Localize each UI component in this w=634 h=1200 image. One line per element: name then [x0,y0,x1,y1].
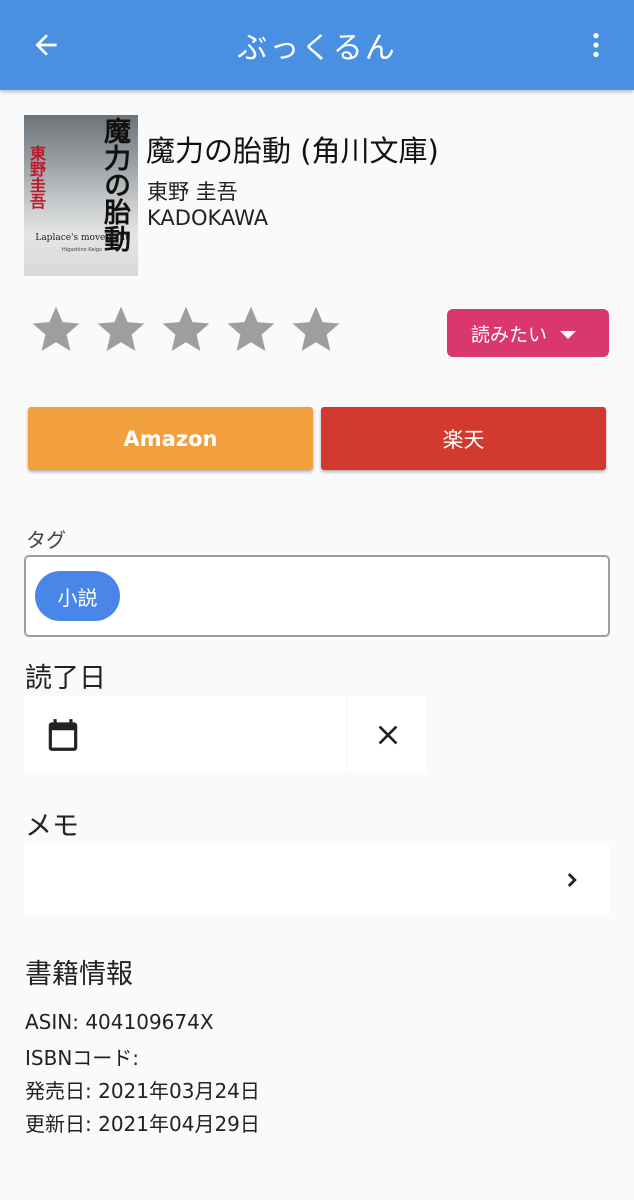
isbn-text: ISBNコード: [25,1046,140,1070]
read-date-field[interactable] [24,696,346,773]
updated-date-text: 更新日: 2021年04月29日 [25,1112,260,1136]
reading-status-dropdown[interactable]: 読みたい [447,309,609,357]
book-title: 魔力の胎動 (角川文庫) [146,134,439,168]
clear-date-button[interactable] [348,696,427,773]
release-date-text: 発売日: 2021年03月24日 [25,1079,260,1103]
memo-field[interactable] [24,844,609,915]
memo-heading: メモ [25,811,79,842]
chevron-right-icon [567,873,577,887]
star-icon[interactable] [93,302,149,358]
cover-small-text: Higashino Keigo [61,247,103,253]
book-info-heading: 書籍情報 [25,959,133,990]
cover-subtitle-text: Laplace's movement [35,233,129,243]
app-title: ぶっくるん [237,31,397,66]
tag-chip[interactable]: 小説 [35,571,120,621]
cover-title-text: 魔力の胎動 [99,117,130,252]
tag-input[interactable]: 小説 [24,555,610,637]
asin-text: ASIN: 404109674X [25,1010,214,1034]
more-vert-icon [593,33,599,57]
rakuten-button[interactable]: 楽天 [321,407,606,470]
close-icon [378,725,397,744]
amazon-button[interactable]: Amazon [28,407,313,470]
read-date-heading: 読了日 [25,663,106,694]
book-publisher: KADOKAWA [147,206,269,230]
reading-status-label: 読みたい [471,323,548,346]
rating-stars [28,302,353,358]
book-author: 東野 圭吾 [147,180,238,204]
star-icon[interactable] [158,302,214,358]
book-cover-image[interactable]: 魔力の胎動 東野圭吾 Laplace's movement Higashino … [24,115,138,276]
star-icon[interactable] [223,302,279,358]
star-icon[interactable] [288,302,344,358]
app-bar: ぶっくるん [0,0,634,90]
star-icon[interactable] [28,302,84,358]
date-field-divider [24,771,102,773]
overflow-menu-button[interactable] [574,23,618,67]
cover-author-text: 東野圭吾 [27,145,46,209]
calendar-icon[interactable] [44,716,82,754]
caret-down-icon [560,331,576,339]
tag-label: タグ [26,528,66,552]
